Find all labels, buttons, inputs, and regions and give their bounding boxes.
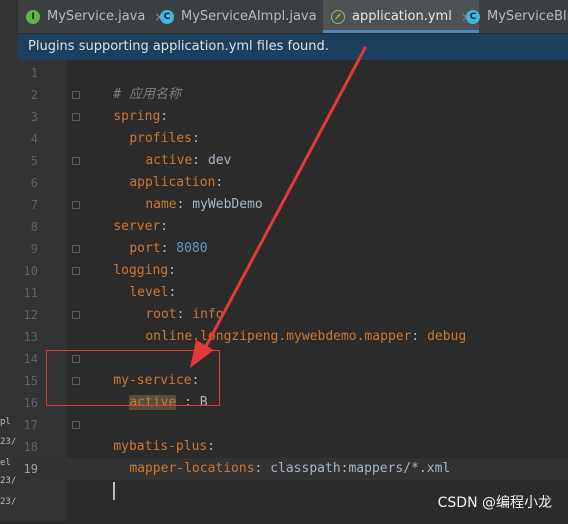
csdn-watermark: CSDN @编程小龙	[437, 495, 552, 511]
tab-label: application.yml	[352, 9, 452, 24]
line-number: 14	[23, 352, 38, 366]
editor-tab-bar: I MyService.java × C MyServiceAImpl.java…	[18, 0, 568, 34]
line-number: 7	[30, 198, 38, 212]
tab-myserviceaimpl-java[interactable]: C MyServiceAImpl.java ×	[160, 0, 336, 33]
code-line-5: application:	[98, 150, 568, 190]
code-line-18: mapper-locations: classpath:mappers/*.xm…	[98, 436, 568, 476]
line-number: 8	[30, 220, 38, 234]
yaml-colon: :	[411, 329, 420, 344]
yaml-key: online.longzipeng.mywebdemo.mapper	[145, 329, 412, 344]
code-line-17: mybatis-plus:	[82, 414, 568, 454]
panel-fragment: 23/	[0, 437, 17, 447]
line-number: 2	[30, 88, 38, 102]
annotation-highlight-box	[46, 350, 220, 406]
plugin-notification-banner[interactable]: Plugins supporting application.yml files…	[18, 34, 568, 60]
fold-marker-icon[interactable]	[72, 311, 80, 319]
code-line-9: logging:	[82, 238, 568, 278]
tab-label: MyServiceBImp	[487, 9, 568, 24]
tab-myservice-java[interactable]: I MyService.java ×	[26, 0, 164, 33]
code-line-7: server:	[82, 194, 568, 234]
line-number: 13	[23, 330, 38, 344]
text-caret	[113, 481, 116, 500]
line-number: 1	[30, 66, 38, 80]
code-line-10: level:	[98, 260, 568, 300]
panel-fragment: 23/	[0, 476, 17, 486]
code-line-12: online.longzipeng.mywebdemo.mapper: debu…	[114, 304, 568, 344]
code-line-1: # 应用名称	[82, 62, 568, 102]
project-panel-edge: pl 23/ el 23/ 23/	[0, 0, 19, 521]
code-line-3: profiles:	[98, 106, 568, 146]
line-number: 17	[23, 418, 38, 432]
line-number: 12	[23, 308, 38, 322]
code-line-19	[82, 458, 568, 500]
code-line-6: name: myWebDemo	[114, 172, 568, 212]
banner-text: Plugins supporting application.yml files…	[28, 39, 329, 54]
line-number: 15	[23, 374, 38, 388]
panel-fragment: el	[0, 458, 11, 468]
panel-fragment: pl	[0, 417, 11, 427]
yml-icon	[331, 9, 345, 24]
interface-icon: I	[26, 9, 40, 24]
code-line-8: port: 8080	[98, 216, 568, 256]
line-number: 9	[30, 242, 38, 256]
line-number: 11	[23, 286, 38, 300]
line-number: 3	[30, 110, 38, 124]
line-number: 18	[23, 440, 38, 454]
fold-marker-icon[interactable]	[72, 91, 80, 99]
fold-marker-icon[interactable]	[72, 201, 80, 209]
line-number: 6	[30, 176, 38, 190]
active-tab-indicator	[323, 30, 479, 33]
fold-marker-icon[interactable]	[72, 157, 80, 165]
line-number: 4	[30, 132, 38, 146]
line-number: 10	[23, 264, 38, 278]
class-icon: C	[160, 9, 174, 24]
tab-myservicebimpl-java[interactable]: C MyServiceBImp	[466, 0, 568, 33]
code-line-11: root: info	[114, 282, 568, 322]
code-line-2: spring:	[82, 84, 568, 124]
tab-label: MyService.java	[47, 9, 146, 24]
tab-label: MyServiceAImpl.java	[181, 9, 317, 24]
tab-application-yml[interactable]: application.yml ×	[323, 0, 479, 33]
yaml-value: debug	[427, 329, 467, 344]
fold-marker-icon[interactable]	[72, 421, 80, 429]
panel-fragment: 23/	[0, 497, 17, 507]
fold-marker-icon[interactable]	[72, 245, 80, 253]
line-number: 5	[30, 154, 38, 168]
line-number: 16	[23, 396, 38, 410]
fold-marker-icon[interactable]	[72, 267, 80, 275]
fold-marker-icon[interactable]	[72, 113, 80, 121]
line-number: 19	[23, 462, 38, 476]
code-line-4: active: dev	[114, 128, 568, 168]
class-icon: C	[466, 9, 480, 24]
